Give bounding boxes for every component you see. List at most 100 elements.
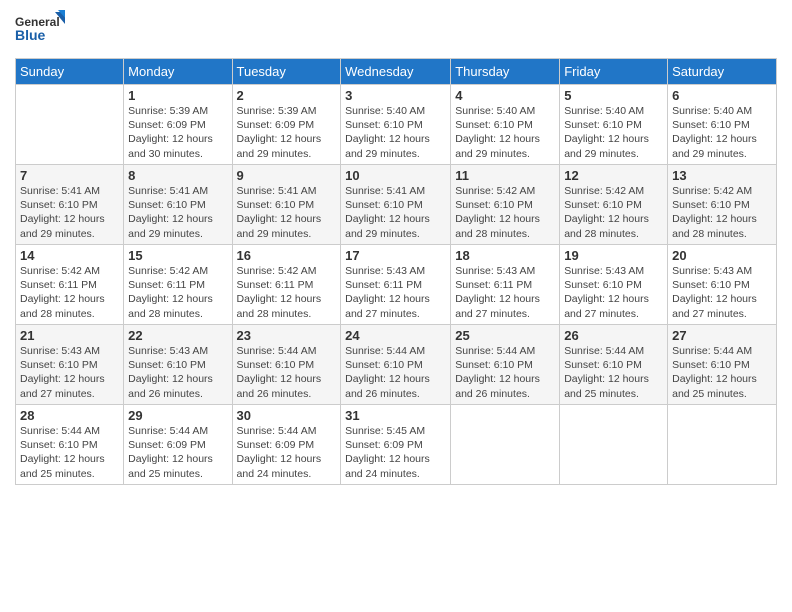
day-number: 14 — [20, 248, 119, 263]
day-number: 25 — [455, 328, 555, 343]
logo: General Blue — [15, 10, 65, 50]
day-info: Sunrise: 5:44 AMSunset: 6:10 PMDaylight:… — [237, 344, 337, 401]
calendar-cell — [16, 85, 124, 165]
day-info: Sunrise: 5:42 AMSunset: 6:10 PMDaylight:… — [672, 184, 772, 241]
calendar-cell: 12Sunrise: 5:42 AMSunset: 6:10 PMDayligh… — [560, 165, 668, 245]
day-number: 5 — [564, 88, 663, 103]
day-info: Sunrise: 5:43 AMSunset: 6:10 PMDaylight:… — [564, 264, 663, 321]
day-info: Sunrise: 5:42 AMSunset: 6:10 PMDaylight:… — [455, 184, 555, 241]
logo-svg: General Blue — [15, 10, 65, 50]
day-number: 21 — [20, 328, 119, 343]
calendar-cell — [560, 405, 668, 485]
calendar-cell: 16Sunrise: 5:42 AMSunset: 6:11 PMDayligh… — [232, 245, 341, 325]
calendar-cell: 23Sunrise: 5:44 AMSunset: 6:10 PMDayligh… — [232, 325, 341, 405]
day-info: Sunrise: 5:42 AMSunset: 6:11 PMDaylight:… — [237, 264, 337, 321]
day-number: 22 — [128, 328, 227, 343]
day-info: Sunrise: 5:42 AMSunset: 6:10 PMDaylight:… — [564, 184, 663, 241]
day-number: 17 — [345, 248, 446, 263]
day-info: Sunrise: 5:45 AMSunset: 6:09 PMDaylight:… — [345, 424, 446, 481]
calendar-cell: 24Sunrise: 5:44 AMSunset: 6:10 PMDayligh… — [341, 325, 451, 405]
calendar-cell — [451, 405, 560, 485]
calendar-cell: 18Sunrise: 5:43 AMSunset: 6:11 PMDayligh… — [451, 245, 560, 325]
day-number: 15 — [128, 248, 227, 263]
calendar-cell: 7Sunrise: 5:41 AMSunset: 6:10 PMDaylight… — [16, 165, 124, 245]
page-header: General Blue — [15, 10, 777, 50]
day-info: Sunrise: 5:42 AMSunset: 6:11 PMDaylight:… — [20, 264, 119, 321]
day-info: Sunrise: 5:43 AMSunset: 6:10 PMDaylight:… — [672, 264, 772, 321]
calendar-week-3: 14Sunrise: 5:42 AMSunset: 6:11 PMDayligh… — [16, 245, 777, 325]
calendar-cell: 27Sunrise: 5:44 AMSunset: 6:10 PMDayligh… — [668, 325, 777, 405]
calendar-cell: 31Sunrise: 5:45 AMSunset: 6:09 PMDayligh… — [341, 405, 451, 485]
day-number: 3 — [345, 88, 446, 103]
day-number: 12 — [564, 168, 663, 183]
day-info: Sunrise: 5:44 AMSunset: 6:09 PMDaylight:… — [128, 424, 227, 481]
day-number: 31 — [345, 408, 446, 423]
calendar-cell: 8Sunrise: 5:41 AMSunset: 6:10 PMDaylight… — [124, 165, 232, 245]
calendar-week-4: 21Sunrise: 5:43 AMSunset: 6:10 PMDayligh… — [16, 325, 777, 405]
day-info: Sunrise: 5:44 AMSunset: 6:10 PMDaylight:… — [672, 344, 772, 401]
calendar-cell: 11Sunrise: 5:42 AMSunset: 6:10 PMDayligh… — [451, 165, 560, 245]
day-number: 24 — [345, 328, 446, 343]
day-info: Sunrise: 5:39 AMSunset: 6:09 PMDaylight:… — [237, 104, 337, 161]
calendar-cell: 9Sunrise: 5:41 AMSunset: 6:10 PMDaylight… — [232, 165, 341, 245]
calendar-cell — [668, 405, 777, 485]
calendar-cell: 29Sunrise: 5:44 AMSunset: 6:09 PMDayligh… — [124, 405, 232, 485]
day-info: Sunrise: 5:42 AMSunset: 6:11 PMDaylight:… — [128, 264, 227, 321]
day-number: 2 — [237, 88, 337, 103]
calendar-cell: 14Sunrise: 5:42 AMSunset: 6:11 PMDayligh… — [16, 245, 124, 325]
calendar-cell: 10Sunrise: 5:41 AMSunset: 6:10 PMDayligh… — [341, 165, 451, 245]
day-info: Sunrise: 5:43 AMSunset: 6:11 PMDaylight:… — [345, 264, 446, 321]
day-info: Sunrise: 5:41 AMSunset: 6:10 PMDaylight:… — [20, 184, 119, 241]
day-info: Sunrise: 5:40 AMSunset: 6:10 PMDaylight:… — [455, 104, 555, 161]
calendar-cell: 20Sunrise: 5:43 AMSunset: 6:10 PMDayligh… — [668, 245, 777, 325]
day-number: 8 — [128, 168, 227, 183]
calendar-cell: 13Sunrise: 5:42 AMSunset: 6:10 PMDayligh… — [668, 165, 777, 245]
calendar-cell: 28Sunrise: 5:44 AMSunset: 6:10 PMDayligh… — [16, 405, 124, 485]
day-number: 27 — [672, 328, 772, 343]
day-info: Sunrise: 5:41 AMSunset: 6:10 PMDaylight:… — [128, 184, 227, 241]
calendar-cell: 19Sunrise: 5:43 AMSunset: 6:10 PMDayligh… — [560, 245, 668, 325]
calendar-cell: 2Sunrise: 5:39 AMSunset: 6:09 PMDaylight… — [232, 85, 341, 165]
calendar-cell: 25Sunrise: 5:44 AMSunset: 6:10 PMDayligh… — [451, 325, 560, 405]
day-number: 13 — [672, 168, 772, 183]
day-number: 16 — [237, 248, 337, 263]
calendar-table: SundayMondayTuesdayWednesdayThursdayFrid… — [15, 58, 777, 485]
calendar-cell: 15Sunrise: 5:42 AMSunset: 6:11 PMDayligh… — [124, 245, 232, 325]
col-header-monday: Monday — [124, 59, 232, 85]
day-info: Sunrise: 5:43 AMSunset: 6:10 PMDaylight:… — [128, 344, 227, 401]
calendar-week-5: 28Sunrise: 5:44 AMSunset: 6:10 PMDayligh… — [16, 405, 777, 485]
day-info: Sunrise: 5:43 AMSunset: 6:10 PMDaylight:… — [20, 344, 119, 401]
col-header-saturday: Saturday — [668, 59, 777, 85]
calendar-cell: 3Sunrise: 5:40 AMSunset: 6:10 PMDaylight… — [341, 85, 451, 165]
day-info: Sunrise: 5:44 AMSunset: 6:10 PMDaylight:… — [345, 344, 446, 401]
day-number: 1 — [128, 88, 227, 103]
day-number: 28 — [20, 408, 119, 423]
day-number: 20 — [672, 248, 772, 263]
day-number: 11 — [455, 168, 555, 183]
calendar-cell: 22Sunrise: 5:43 AMSunset: 6:10 PMDayligh… — [124, 325, 232, 405]
day-info: Sunrise: 5:40 AMSunset: 6:10 PMDaylight:… — [564, 104, 663, 161]
day-number: 29 — [128, 408, 227, 423]
calendar-week-1: 1 Sunrise: 5:39 AMSunset: 6:09 PMDaylight… — [16, 85, 777, 165]
day-info: Sunrise: 5:40 AMSunset: 6:10 PMDaylight:… — [345, 104, 446, 161]
svg-text:Blue: Blue — [15, 27, 46, 43]
day-number: 18 — [455, 248, 555, 263]
day-number: 23 — [237, 328, 337, 343]
calendar-cell: 26Sunrise: 5:44 AMSunset: 6:10 PMDayligh… — [560, 325, 668, 405]
calendar-week-2: 7Sunrise: 5:41 AMSunset: 6:10 PMDaylight… — [16, 165, 777, 245]
day-number: 19 — [564, 248, 663, 263]
day-info: Sunrise: 5:44 AMSunset: 6:09 PMDaylight:… — [237, 424, 337, 481]
day-number: 9 — [237, 168, 337, 183]
col-header-thursday: Thursday — [451, 59, 560, 85]
calendar-cell: 5Sunrise: 5:40 AMSunset: 6:10 PMDaylight… — [560, 85, 668, 165]
day-info: Sunrise: 5:43 AMSunset: 6:11 PMDaylight:… — [455, 264, 555, 321]
col-header-sunday: Sunday — [16, 59, 124, 85]
day-number: 26 — [564, 328, 663, 343]
col-header-tuesday: Tuesday — [232, 59, 341, 85]
day-info: Sunrise: 5:44 AMSunset: 6:10 PMDaylight:… — [564, 344, 663, 401]
calendar-cell: 17Sunrise: 5:43 AMSunset: 6:11 PMDayligh… — [341, 245, 451, 325]
day-number: 7 — [20, 168, 119, 183]
day-info: Sunrise: 5:41 AMSunset: 6:10 PMDaylight:… — [345, 184, 446, 241]
col-header-friday: Friday — [560, 59, 668, 85]
day-info: Sunrise: 5:40 AMSunset: 6:10 PMDaylight:… — [672, 104, 772, 161]
